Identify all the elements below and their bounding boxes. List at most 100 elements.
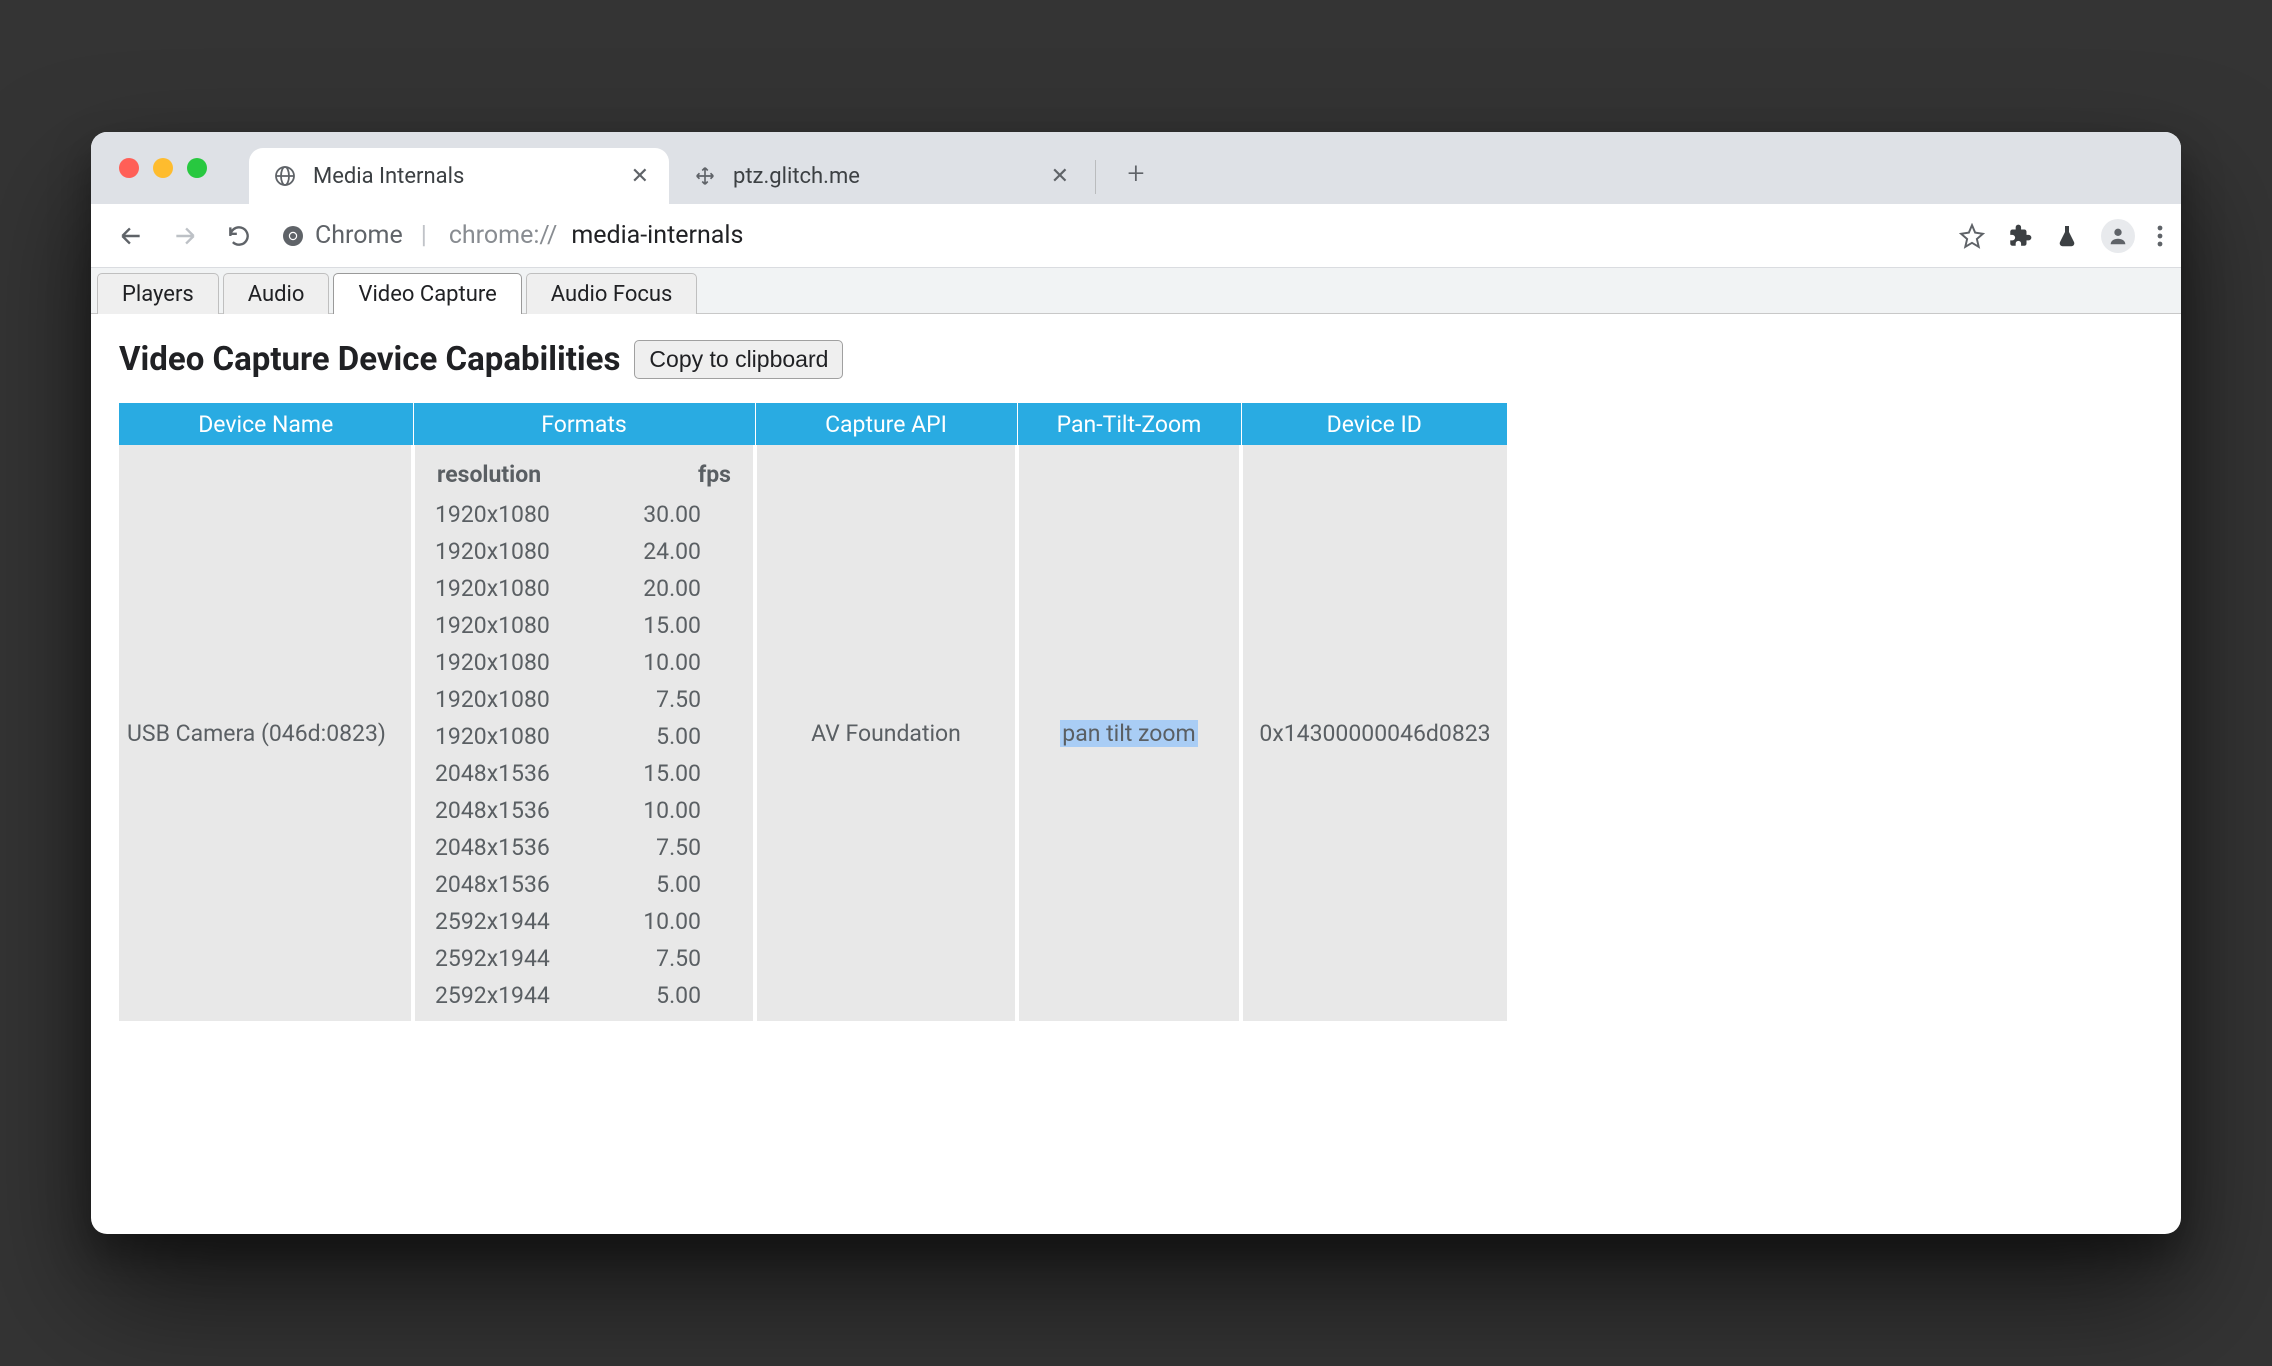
format-row: 2048x15367.50 <box>427 830 741 865</box>
origin-label: Chrome <box>315 221 403 250</box>
close-icon[interactable]: ✕ <box>1051 164 1069 189</box>
format-row: 2592x194410.00 <box>427 904 741 939</box>
site-chip: Chrome | <box>281 221 435 250</box>
internal-tab-audio-focus[interactable]: Audio Focus <box>526 273 698 314</box>
formats-cell: resolution fps 1920x108030.001920x108024… <box>413 445 755 1021</box>
format-fps: 7.50 <box>598 830 741 865</box>
format-row: 2592x19445.00 <box>427 978 741 1013</box>
format-fps: 24.00 <box>598 534 741 569</box>
formats-header-fps: fps <box>598 453 741 495</box>
format-fps: 20.00 <box>598 571 741 606</box>
page-title: Video Capture Device Capabilities <box>119 340 620 379</box>
tab-ptz-glitch[interactable]: ptz.glitch.me ✕ <box>669 148 1089 204</box>
separator: | <box>421 221 427 250</box>
close-window-button[interactable] <box>119 158 139 178</box>
maximize-window-button[interactable] <box>187 158 207 178</box>
format-fps: 7.50 <box>598 682 741 717</box>
device-id-cell: 0x14300000046d0823 <box>1241 445 1507 1021</box>
tab-media-internals[interactable]: Media Internals ✕ <box>249 148 669 204</box>
format-fps: 10.00 <box>598 645 741 680</box>
internal-tab-audio[interactable]: Audio <box>223 273 330 314</box>
format-fps: 5.00 <box>598 867 741 902</box>
copy-to-clipboard-button[interactable]: Copy to clipboard <box>634 340 843 379</box>
format-row: 2048x153610.00 <box>427 793 741 828</box>
format-fps: 15.00 <box>598 756 741 791</box>
heading-row: Video Capture Device Capabilities Copy t… <box>119 340 2153 379</box>
format-resolution: 1920x1080 <box>427 719 596 754</box>
format-resolution: 1920x1080 <box>427 645 596 680</box>
tab-strip: Media Internals ✕ ptz.glitch.me ✕ + <box>91 132 2181 204</box>
browser-tabs: Media Internals ✕ ptz.glitch.me ✕ + <box>249 146 1156 204</box>
new-tab-button[interactable]: + <box>1116 153 1156 193</box>
format-resolution: 2048x1536 <box>427 793 596 828</box>
format-resolution: 2048x1536 <box>427 756 596 791</box>
internal-tab-video-capture[interactable]: Video Capture <box>333 273 521 314</box>
format-row: 2048x15365.00 <box>427 867 741 902</box>
table-row: USB Camera (046d:0823) resolution fps 19… <box>119 445 1507 1021</box>
format-resolution: 1920x1080 <box>427 571 596 606</box>
format-resolution: 2048x1536 <box>427 830 596 865</box>
format-row: 1920x10807.50 <box>427 682 741 717</box>
format-fps: 10.00 <box>598 793 741 828</box>
format-fps: 10.00 <box>598 904 741 939</box>
reload-button[interactable] <box>217 214 261 258</box>
content-area: Video Capture Device Capabilities Copy t… <box>91 314 2181 1047</box>
col-device-name: Device Name <box>119 403 413 445</box>
format-resolution: 2592x1944 <box>427 978 596 1013</box>
col-ptz: Pan-Tilt-Zoom <box>1017 403 1241 445</box>
toolbar-actions <box>1959 219 2163 253</box>
format-fps: 5.00 <box>598 978 741 1013</box>
format-resolution: 2592x1944 <box>427 941 596 976</box>
address-bar[interactable]: Chrome | chrome://media-internals <box>281 221 743 250</box>
browser-window: Media Internals ✕ ptz.glitch.me ✕ + <box>91 132 2181 1234</box>
tab-separator <box>1095 160 1096 194</box>
formats-header-res: resolution <box>427 453 596 495</box>
url-path: media-internals <box>571 221 743 250</box>
close-icon[interactable]: ✕ <box>631 164 649 189</box>
format-row: 1920x10805.00 <box>427 719 741 754</box>
minimize-window-button[interactable] <box>153 158 173 178</box>
internal-tab-players[interactable]: Players <box>97 273 219 314</box>
formats-table: resolution fps 1920x108030.001920x108024… <box>425 451 743 1015</box>
device-name-cell: USB Camera (046d:0823) <box>119 445 413 1021</box>
page-content: Players Audio Video Capture Audio Focus … <box>91 268 2181 1234</box>
internal-tabs: Players Audio Video Capture Audio Focus <box>91 268 2181 314</box>
format-row: 1920x108024.00 <box>427 534 741 569</box>
format-resolution: 1920x1080 <box>427 534 596 569</box>
format-row: 2048x153615.00 <box>427 756 741 791</box>
table-header-row: Device Name Formats Capture API Pan-Tilt… <box>119 403 1507 445</box>
ptz-value: pan tilt zoom <box>1060 720 1197 747</box>
col-formats: Formats <box>413 403 755 445</box>
format-resolution: 1920x1080 <box>427 497 596 532</box>
format-resolution: 2048x1536 <box>427 867 596 902</box>
col-device-id: Device ID <box>1241 403 1507 445</box>
format-resolution: 1920x1080 <box>427 608 596 643</box>
format-fps: 30.00 <box>598 497 741 532</box>
format-row: 1920x108030.00 <box>427 497 741 532</box>
forward-button[interactable] <box>163 214 207 258</box>
format-resolution: 1920x1080 <box>427 682 596 717</box>
capabilities-table: Device Name Formats Capture API Pan-Tilt… <box>119 403 1507 1021</box>
bookmark-icon[interactable] <box>1959 223 1985 249</box>
labs-icon[interactable] <box>2055 223 2079 249</box>
window-controls <box>119 158 207 178</box>
globe-icon <box>273 164 297 188</box>
format-row: 2592x19447.50 <box>427 941 741 976</box>
format-row: 1920x108015.00 <box>427 608 741 643</box>
tab-title: ptz.glitch.me <box>733 164 860 189</box>
ptz-cell: pan tilt zoom <box>1017 445 1241 1021</box>
menu-icon[interactable] <box>2157 224 2163 248</box>
format-resolution: 2592x1944 <box>427 904 596 939</box>
chrome-icon <box>281 224 305 248</box>
extensions-icon[interactable] <box>2007 223 2033 249</box>
browser-toolbar: Chrome | chrome://media-internals <box>91 204 2181 268</box>
format-row: 1920x108020.00 <box>427 571 741 606</box>
profile-avatar[interactable] <box>2101 219 2135 253</box>
capture-api-cell: AV Foundation <box>755 445 1017 1021</box>
format-fps: 7.50 <box>598 941 741 976</box>
format-fps: 5.00 <box>598 719 741 754</box>
format-fps: 15.00 <box>598 608 741 643</box>
col-capture-api: Capture API <box>755 403 1017 445</box>
format-row: 1920x108010.00 <box>427 645 741 680</box>
back-button[interactable] <box>109 214 153 258</box>
